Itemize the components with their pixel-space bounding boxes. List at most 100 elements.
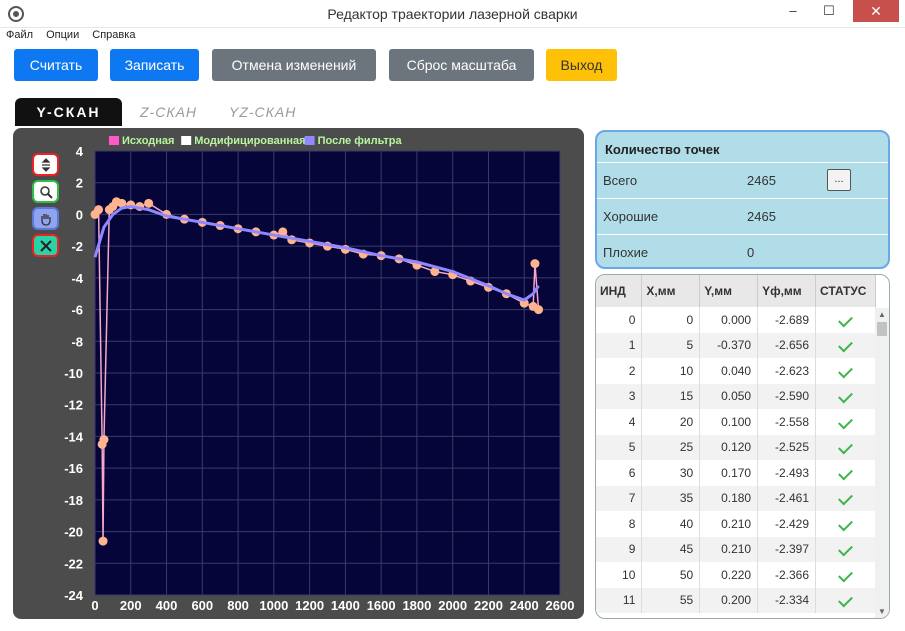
cell-x: 20	[641, 409, 701, 435]
table-row[interactable]: 8 40 0.210 -2.429	[596, 511, 876, 537]
check-icon	[838, 490, 853, 506]
table-row[interactable]: 7 35 0.180 -2.461	[596, 485, 876, 511]
x-tick-label: 2200	[474, 598, 503, 613]
data-point	[94, 205, 104, 215]
column-header-y[interactable]: Y,мм	[699, 275, 759, 307]
cell-status	[815, 460, 876, 486]
points-count-header: Количество точек	[605, 142, 720, 157]
legend-label: Исходная	[122, 135, 174, 147]
legend-swatch	[109, 136, 119, 145]
data-point	[98, 536, 108, 546]
points-table-panel: ИНД X,мм Y,мм Yф,мм СТАТУС 0 0 0.000 -2.689…	[595, 274, 890, 619]
table-row[interactable]: 9 45 0.210 -2.397	[596, 536, 876, 562]
y-tick-label: 4	[76, 144, 84, 159]
title-bar: Редактор траектории лазерной сварки – ☐ …	[0, 0, 905, 28]
close-button[interactable]: ✕	[853, 0, 899, 22]
table-row[interactable]: 10 50 0.220 -2.366	[596, 562, 876, 588]
menu-options[interactable]: Опции	[46, 29, 79, 41]
legend-label: Модифицированная	[194, 135, 305, 147]
vertical-fit-icon[interactable]	[32, 153, 59, 176]
data-point	[534, 305, 544, 315]
table-row[interactable]: 1 5 -0.370 -2.656	[596, 332, 876, 358]
menu-file[interactable]: Файл	[6, 29, 33, 41]
cell-y: -0.370	[699, 332, 759, 358]
points-bad-row: Плохие 0	[597, 234, 888, 267]
zoom-icon[interactable]	[32, 180, 59, 203]
column-header-index[interactable]: ИНД	[596, 275, 643, 307]
more-button[interactable]: ...	[827, 169, 851, 191]
x-tick-label: 1400	[331, 598, 360, 613]
table-row[interactable]: 0 0 0.000 -2.689	[596, 307, 876, 333]
cell-x: 35	[641, 485, 701, 511]
minimize-button[interactable]: –	[779, 0, 807, 22]
column-header-status[interactable]: СТАТУС	[815, 275, 876, 307]
chart-panel: 0 200 400 600 800 1000 1200 1400 1600 1800 2000 220…	[13, 128, 584, 619]
read-button[interactable]: Считать	[14, 49, 98, 81]
table-row[interactable]: 2 10 0.040 -2.623	[596, 358, 876, 384]
points-count-panel: Количество точек Всего 2465 ... Хорошие …	[595, 130, 890, 269]
cell-y: 0.000	[699, 307, 759, 333]
y-tick-label: 0	[76, 207, 83, 222]
cell-x: 10	[641, 358, 701, 384]
check-icon	[838, 312, 853, 328]
cell-yf: -2.334	[757, 587, 816, 613]
scroll-thumb[interactable]	[877, 322, 887, 336]
column-header-yf[interactable]: Yф,мм	[757, 275, 816, 307]
tab-yz-scan[interactable]: YZ-СКАН	[229, 98, 296, 126]
menu-bar: Файл Опции Справка	[6, 29, 145, 45]
pan-hand-icon[interactable]	[32, 207, 59, 230]
scroll-down-icon[interactable]: ▼	[878, 607, 886, 616]
cell-y: 0.040	[699, 358, 759, 384]
exit-button[interactable]: Выход	[546, 49, 617, 81]
cell-index: 11	[596, 587, 643, 613]
undo-changes-button[interactable]: Отмена изменений	[212, 49, 376, 81]
cell-x: 15	[641, 383, 701, 409]
trajectory-chart[interactable]: 0 200 400 600 800 1000 1200 1400 1600 1800 2000 220…	[13, 128, 584, 619]
cell-index: 5	[596, 434, 643, 460]
cell-x: 0	[641, 307, 701, 333]
table-row[interactable]: 5 25 0.120 -2.525	[596, 434, 876, 460]
cell-y: 0.100	[699, 409, 759, 435]
x-tick-label: 200	[120, 598, 142, 613]
cross-select-icon[interactable]	[32, 234, 59, 257]
y-tick-label: -24	[64, 588, 84, 603]
cell-yf: -2.656	[757, 332, 816, 358]
cell-index: 4	[596, 409, 643, 435]
write-button[interactable]: Записать	[110, 49, 199, 81]
cell-index: 6	[596, 460, 643, 486]
cell-yf: -2.493	[757, 460, 816, 486]
tab-z-scan[interactable]: Z-СКАН	[140, 98, 197, 126]
cell-index: 2	[596, 358, 643, 384]
table-row[interactable]: 11 55 0.200 -2.334	[596, 587, 876, 613]
cell-index: 7	[596, 485, 643, 511]
check-icon	[838, 363, 853, 379]
cell-status	[815, 434, 876, 460]
points-total-label: Всего	[603, 173, 638, 188]
data-point	[144, 198, 154, 208]
scroll-up-icon[interactable]: ▲	[878, 310, 886, 319]
x-tick-label: 400	[156, 598, 178, 613]
cell-y: 0.050	[699, 383, 759, 409]
cell-yf: -2.461	[757, 485, 816, 511]
menu-help[interactable]: Справка	[92, 29, 135, 41]
legend-swatch	[304, 136, 315, 145]
tab-y-scan[interactable]: Y-СКАН	[15, 98, 122, 126]
check-icon	[838, 414, 853, 430]
cell-status	[815, 485, 876, 511]
y-tick-label: -20	[64, 525, 83, 540]
reset-zoom-button[interactable]: Сброс масштаба	[389, 49, 534, 81]
cell-y: 0.210	[699, 511, 759, 537]
cell-x: 55	[641, 587, 701, 613]
maximize-button[interactable]: ☐	[815, 0, 843, 22]
table-row[interactable]: 6 30 0.170 -2.493	[596, 460, 876, 486]
legend-label: После фильтра	[318, 135, 403, 147]
table-row[interactable]: 3 15 0.050 -2.590	[596, 383, 876, 409]
cell-x: 5	[641, 332, 701, 358]
points-total-value: 2465	[747, 173, 776, 188]
column-header-x[interactable]: X,мм	[641, 275, 701, 307]
table-row[interactable]: 4 20 0.100 -2.558	[596, 409, 876, 435]
cell-yf: -2.558	[757, 409, 816, 435]
table-scrollbar[interactable]: ▲ ▼	[875, 308, 889, 618]
cell-status	[815, 358, 876, 384]
legend-swatch	[181, 136, 192, 145]
